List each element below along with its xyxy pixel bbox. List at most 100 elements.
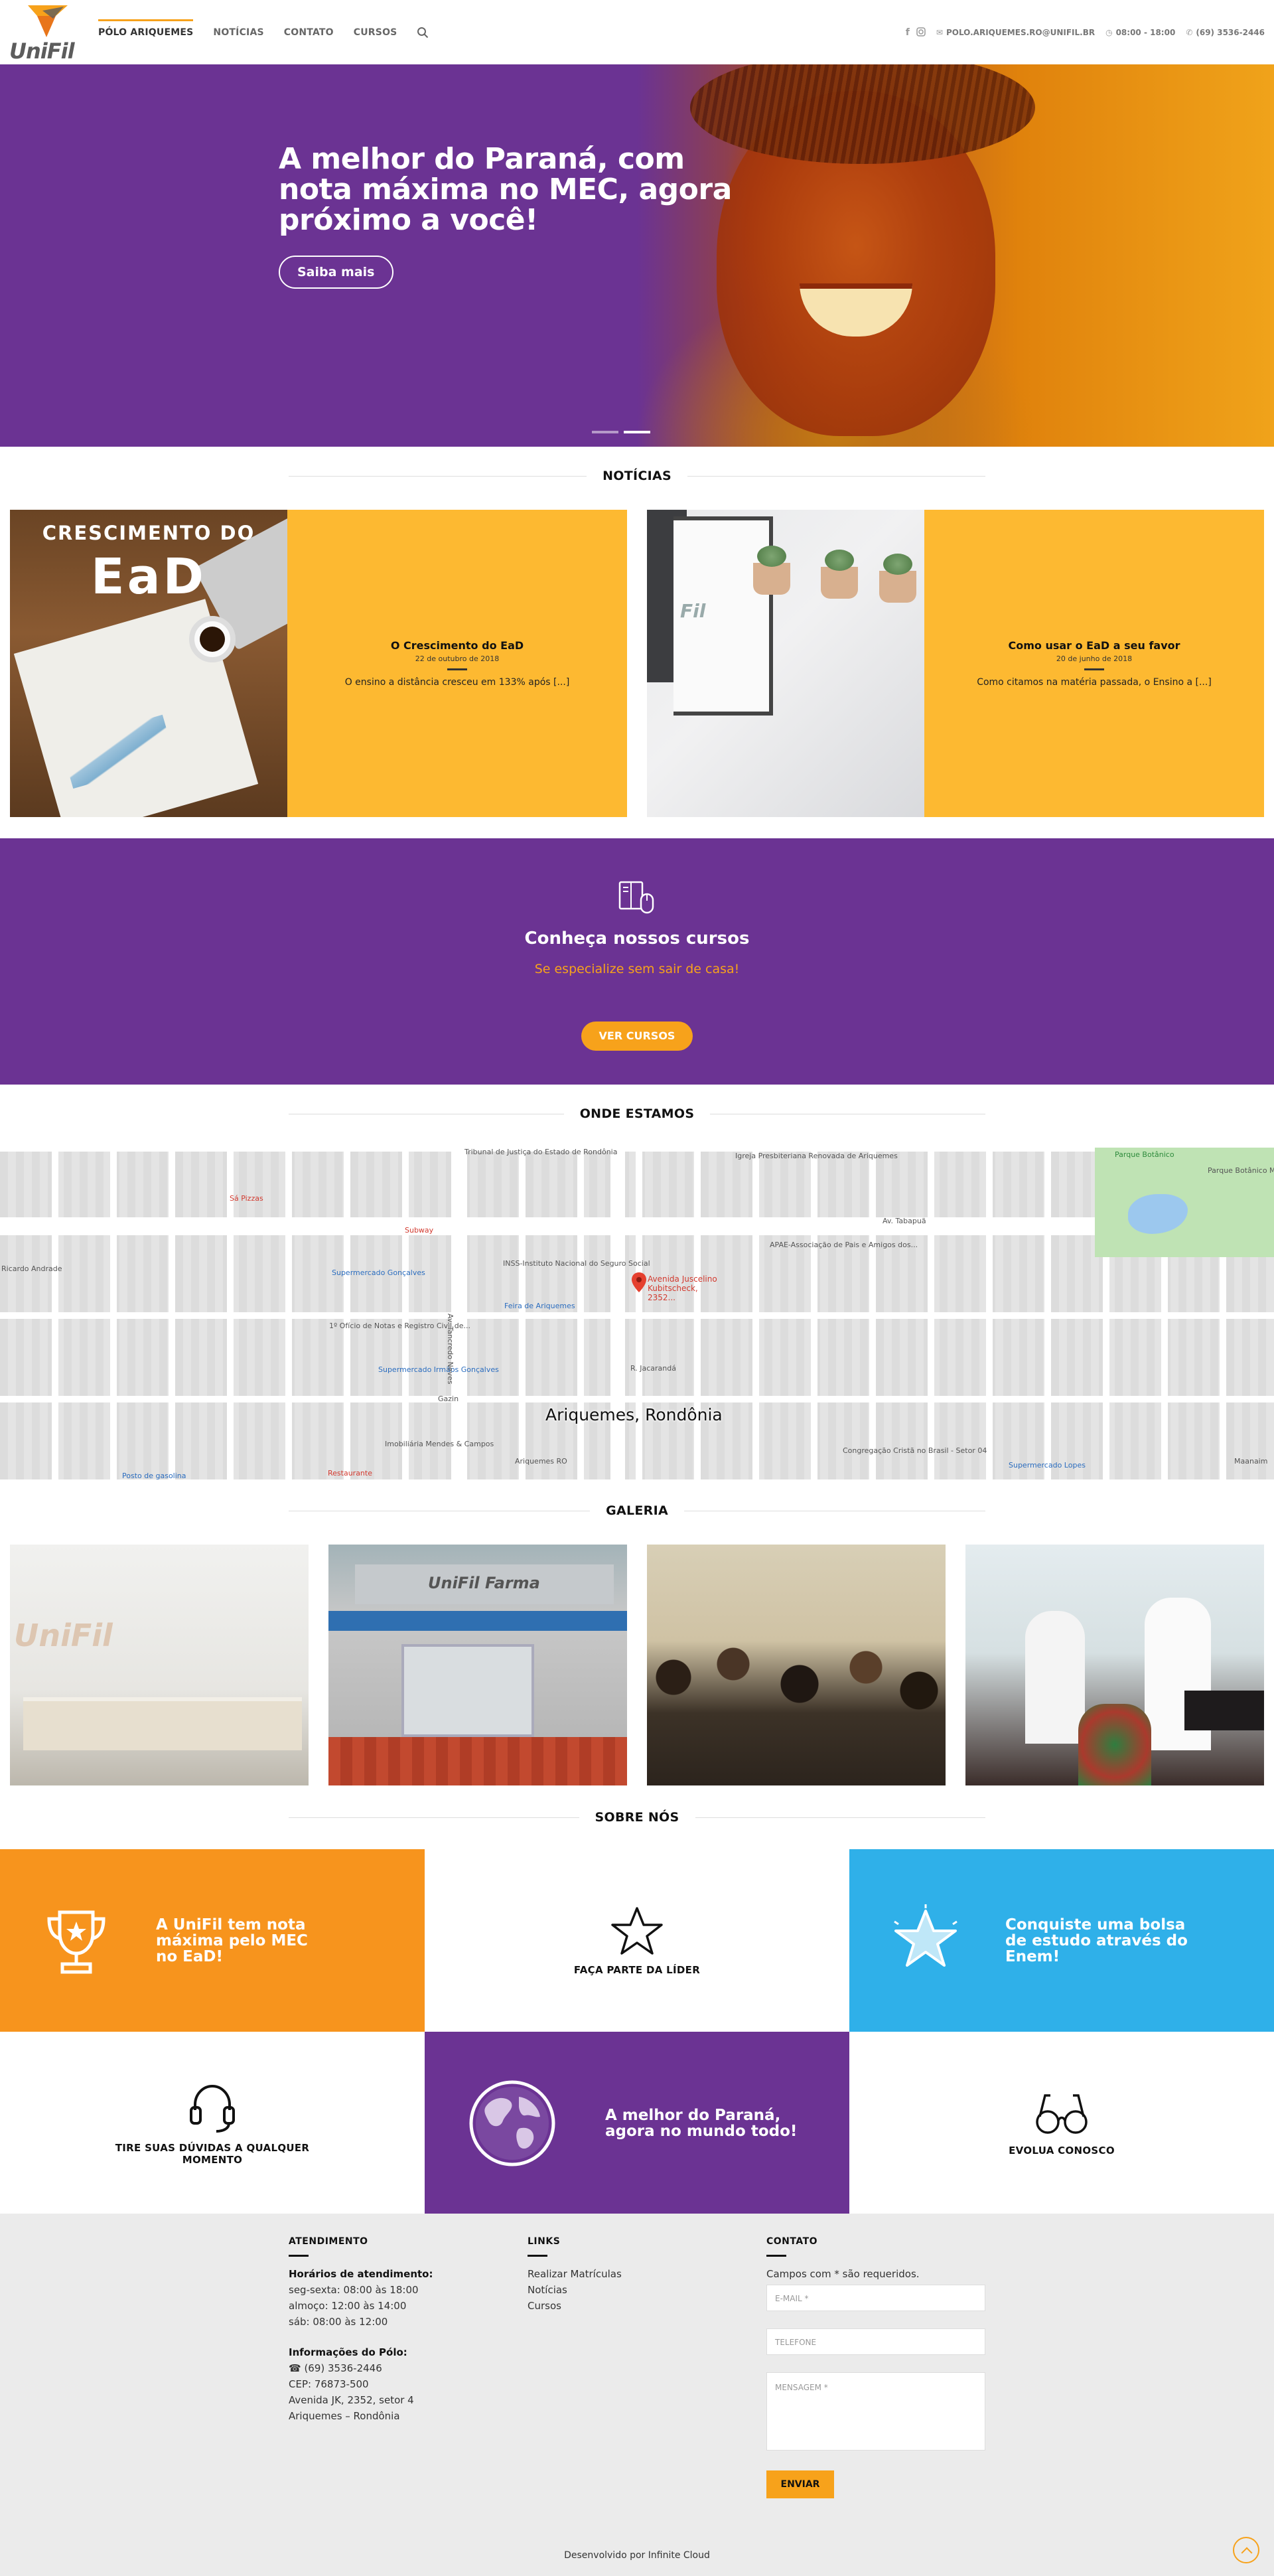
email-text: POLO.ARIQUEMES.RO@UNIFIL.BR [946,27,1096,37]
footer-link-matriculas[interactable]: Realizar Matrículas [528,2266,622,2282]
email-field[interactable]: E-MAIL * [766,2285,985,2311]
gallery-image-storefront[interactable]: UniFil Farma [328,1545,627,1785]
map-label: R. Jacarandá [630,1364,676,1373]
news-card[interactable]: Como usar o EaD a seu favor 20 de junho … [647,510,1264,817]
footer-rule [289,2255,309,2257]
map-label: Supermercado Lopes [1009,1461,1086,1470]
gallery-logo-text: UniFil [14,1618,113,1653]
hours-line: almoço: 12:00 às 14:00 [289,2300,407,2312]
about-tile-duvidas: TIRE SUAS DÚVIDAS A QUALQUER MOMENTO [0,2032,425,2214]
map-label: Restaurante [328,1469,372,1477]
map-label: INSS-Instituto Nacional do Seguro Social [503,1259,650,1268]
map-avenue [0,1217,1095,1231]
phone-text: (69) 3536-2446 [1196,27,1265,37]
info-title: Informações do Pólo: [289,2346,407,2358]
about-section-title: SOBRE NÓS [289,1810,986,1825]
unifil-logo-mark-icon [28,5,68,37]
map-label: Feira de Ariquemes [504,1302,575,1310]
trophy-icon [47,1910,106,1973]
map-label: Imobiliária Mendes & Campos [385,1440,494,1448]
map-label: Tribunal de Justiça do Estado de Rondôni… [464,1148,618,1156]
back-to-top-button[interactable] [1233,2537,1259,2563]
news-divider [447,668,467,670]
nav-item-noticias[interactable]: NOTÍCIAS [213,21,263,44]
location-map[interactable]: Tribunal de Justiça do Estado de Rondôni… [0,1148,1274,1479]
news-card[interactable]: CRESCIMENTO DO EaD O Crescimento do EaD … [10,510,627,817]
instagram-icon[interactable] [916,27,926,37]
news-image-plant [879,554,916,603]
about-tile-text: A UniFil tem nota máxima pelo MEC no EaD… [156,1916,308,1965]
hours-title: Horários de atendimento: [289,2268,433,2280]
courses-banner: Conheça nossos cursos Se especialize sem… [0,838,1274,1085]
about-tile-lider: FAÇA PARTE DA LÍDER [425,1849,849,2032]
courses-title: Conheça nossos cursos [524,929,750,948]
glasses-icon [1036,2093,1088,2134]
gallery-image-classroom[interactable] [647,1545,946,1785]
hours-line: seg-sexta: 08:00 às 18:00 [289,2284,419,2296]
opening-hours: ◷ 08:00 - 18:00 [1105,28,1175,37]
footer-credit: Desenvolvido por Infinite Cloud [564,2550,710,2561]
news-image-plant [753,546,790,595]
gallery-image-lab[interactable] [965,1545,1264,1785]
divider [289,1817,579,1818]
phone-field[interactable]: TELEFONE [766,2328,985,2355]
slider-dots [592,431,650,433]
map-label: APAE-Associação de Pais e Amigos dos... [770,1241,918,1249]
search-icon[interactable] [417,27,429,38]
saiba-mais-button[interactable]: Saiba mais [279,256,393,289]
slider-dot-2[interactable] [624,431,650,433]
nav-item-contato[interactable]: CONTATO [284,21,334,44]
map-label: Posto de gasolina [122,1472,186,1479]
hero-text: A melhor do Paraná, com nota máxima no M… [279,144,743,289]
book-mouse-icon [618,881,654,914]
news-heading: NOTÍCIAS [602,469,672,483]
facebook-icon[interactable]: f [906,27,910,38]
map-label: Subway [405,1226,434,1235]
news-image [647,510,924,817]
phone-link[interactable]: ✆ (69) 3536-2446 [1186,28,1265,37]
ver-cursos-button[interactable]: VER CURSOS [581,1022,693,1051]
gallery-bed [1184,1691,1264,1730]
about-tile-evolua: EVOLUA CONOSCO [849,2032,1274,2214]
news-title[interactable]: O Crescimento do EaD [391,639,524,652]
map-label: Parque Botânico Municipal de Ariquemes [1208,1166,1274,1175]
map-avenue [610,1148,625,1479]
nav-item-polo-ariquemes[interactable]: PÓLO ARIQUEMES [98,19,194,44]
unifil-logo[interactable]: UniFil [9,4,82,64]
map-label: Supermercado Irmãos Gonçalves [378,1365,499,1374]
envelope-icon: ✉ [936,27,943,37]
gallery-audience [647,1637,946,1785]
footer-link-noticias[interactable]: Notícias [528,2282,622,2298]
gallery-section-title: GALERIA [289,1503,986,1518]
divider [289,475,587,477]
map-label: Ariquemes RO [515,1457,567,1466]
info-line: CEP: 76873-500 [289,2378,369,2390]
about-heading: SOBRE NÓS [595,1810,679,1825]
gallery-person [1025,1611,1085,1744]
gallery-image-reception[interactable]: UniFil [10,1545,309,1785]
footer-links: LINKS Realizar Matrículas Notícias Curso… [528,2234,622,2314]
divider [687,475,986,477]
globe-icon [469,2080,555,2166]
gallery-store-sign-text: UniFil Farma [428,1574,540,1592]
news-excerpt: Como citamos na matéria passada, o Ensin… [977,677,1212,688]
send-button[interactable]: ENVIAR [766,2470,834,2498]
message-field[interactable]: MENSAGEM * [766,2372,985,2451]
footer-heading: ATENDIMENTO [289,2236,368,2247]
star-icon [611,1906,663,1955]
logo-wordmark: UniFil [9,38,75,64]
required-note: Campos com * são requeridos. [766,2268,920,2280]
footer-rule [766,2255,786,2257]
map-pin-icon[interactable] [632,1272,646,1292]
gallery-store-door [401,1644,534,1737]
email-link[interactable]: ✉ POLO.ARIQUEMES.RO@UNIFIL.BR [936,28,1095,37]
top-info-bar: f ✉ POLO.ARIQUEMES.RO@UNIFIL.BR ◷ 08:00 - … [906,0,1265,64]
news-title[interactable]: Como usar o EaD a seu favor [1008,639,1180,652]
news-body: Como usar o EaD a seu favor 20 de junho … [924,510,1264,817]
hero-slider: A melhor do Paraná, com nota máxima no M… [0,64,1274,447]
footer-link-cursos[interactable]: Cursos [528,2298,622,2314]
nav-item-cursos[interactable]: CURSOS [354,21,397,44]
about-tile-text: TIRE SUAS DÚVIDAS A QUALQUER MOMENTO [115,2141,310,2166]
slider-dot-1[interactable] [592,431,618,433]
news-image-caption-top: CRESCIMENTO DO [42,522,255,544]
